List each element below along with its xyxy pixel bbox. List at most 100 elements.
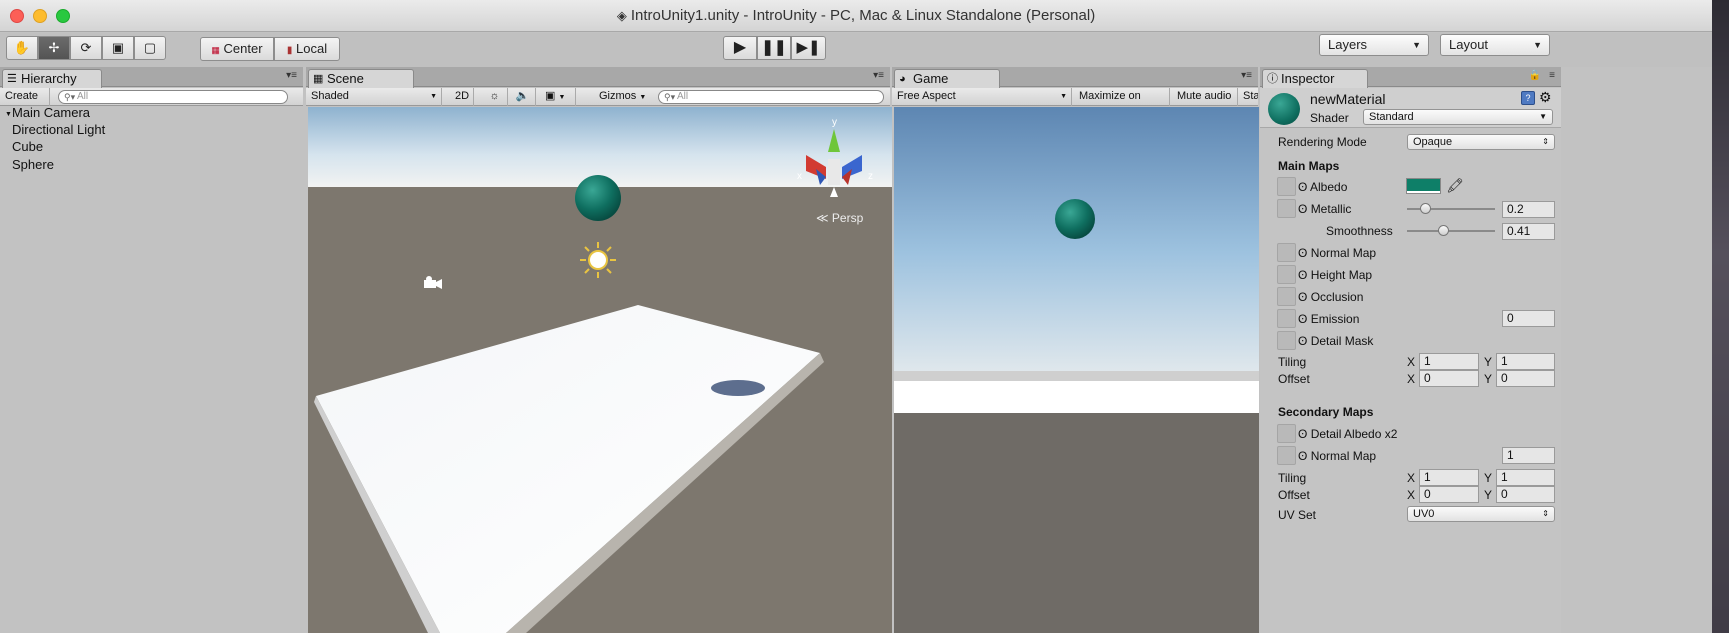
layout-dropdown[interactable]: Layout ▼ (1440, 34, 1550, 56)
albedo-texture-slot[interactable] (1277, 177, 1296, 196)
panel-menu-icon[interactable]: ▾≡ (1241, 70, 1252, 81)
mute-audio-toggle[interactable]: Mute audio (1172, 88, 1238, 106)
step-icon: ▶❚ (796, 39, 821, 56)
metallic-texture-slot[interactable] (1277, 199, 1296, 218)
shader-dropdown[interactable]: Standard ▼ (1363, 109, 1553, 125)
smoothness-value-field[interactable]: 0.41 (1502, 223, 1555, 240)
height-map-texture-slot[interactable] (1277, 265, 1296, 284)
pause-button[interactable]: ❚❚ (757, 36, 791, 60)
gizmos-label: Gizmos (599, 90, 637, 102)
shading-mode-dropdown[interactable]: Shaded ▼ (306, 88, 442, 106)
scale-tool-button[interactable]: ▣ (102, 36, 134, 60)
panel-menu-icon[interactable]: ≡ (1549, 70, 1555, 81)
emission-texture-slot[interactable] (1277, 309, 1296, 328)
albedo-color-swatch[interactable] (1406, 178, 1441, 194)
emission-value-field[interactable]: 0 (1502, 310, 1555, 327)
main-tiling-x-field[interactable]: 1 (1419, 353, 1479, 370)
secondary-normal-map-texture-slot[interactable] (1277, 446, 1296, 465)
secondary-tiling-y-field[interactable]: 1 (1496, 469, 1555, 486)
eyedropper-icon[interactable]: 🖍 (1446, 177, 1464, 194)
secondary-offset-y-field[interactable]: 0 (1496, 486, 1555, 503)
mute-label: Mute audio (1177, 90, 1232, 102)
game-tab-row: ◕ Game ▾≡ (892, 67, 1258, 88)
occlusion-label: ʘ Occlusion (1298, 290, 1364, 304)
aspect-dropdown[interactable]: Free Aspect ▼ (892, 88, 1072, 106)
secondary-tiling-x-field[interactable]: 1 (1419, 469, 1479, 486)
detail-mask-texture-slot[interactable] (1277, 331, 1296, 350)
game-sky (894, 107, 1259, 371)
move-tool-button[interactable]: ✢ (38, 36, 70, 60)
tab-inspector-label: Inspector (1281, 71, 1335, 86)
alpha-bar (1407, 191, 1440, 193)
maximize-on-play-toggle[interactable]: Maximize on Play (1074, 88, 1170, 119)
axis-z-label: z (868, 171, 873, 182)
rotate-tool-button[interactable]: ⟳ (70, 36, 102, 60)
play-button[interactable]: ▶ (723, 36, 757, 60)
pivot-center-button[interactable]: ▦ Center (200, 37, 274, 61)
space-local-button[interactable]: ▮ Local (274, 37, 340, 61)
close-window-button[interactable] (10, 9, 24, 23)
normal-map-texture-slot[interactable] (1277, 243, 1296, 262)
mode-2d-toggle[interactable]: 2D (450, 88, 474, 106)
layers-dropdown[interactable]: Layers ▼ (1319, 34, 1429, 56)
hierarchy-item[interactable]: Cube (12, 139, 43, 154)
metallic-slider-knob[interactable] (1420, 203, 1431, 214)
secondary-normal-scale-field[interactable]: 1 (1502, 447, 1555, 464)
chevron-down-icon: ▼ (558, 94, 566, 101)
scale-icon: ▣ (111, 40, 125, 55)
scene-search-input[interactable]: ⚲▾ All (658, 90, 884, 104)
image-icon: ▣ (545, 90, 556, 102)
minimize-window-button[interactable] (33, 9, 47, 23)
tab-hierarchy[interactable]: ☰ Hierarchy (2, 69, 102, 88)
circle-icon: ʘ (1298, 246, 1308, 260)
main-offset-y-field[interactable]: 0 (1496, 370, 1555, 387)
metallic-value-field[interactable]: 0.2 (1502, 201, 1555, 218)
chevron-updown-icon: ⇕ (1542, 509, 1549, 518)
scene-effects-dropdown[interactable]: ▣ ▼ (540, 88, 576, 106)
search-icon: ⚲▾ (664, 92, 676, 102)
circle-icon: ʘ (1298, 334, 1308, 348)
main-offset-x-field[interactable]: 0 (1419, 370, 1479, 387)
smoothness-slider-track[interactable] (1407, 230, 1495, 232)
scene-lighting-toggle[interactable]: ☼ (482, 88, 508, 106)
game-viewport[interactable] (894, 107, 1259, 633)
secondary-offset-x-field[interactable]: 0 (1419, 486, 1479, 503)
sphere-object[interactable] (575, 175, 621, 221)
scene-viewport[interactable]: y x z ≪ Persp (308, 107, 894, 633)
axis-y-label: y (832, 117, 837, 128)
main-tiling-label: Tiling (1278, 355, 1307, 369)
main-tiling-y-field[interactable]: 1 (1496, 353, 1555, 370)
search-icon: ⚲▾ (64, 92, 76, 102)
rendering-mode-dropdown[interactable]: Opaque ⇕ (1407, 134, 1555, 150)
chevron-down-icon: ▼ (1533, 40, 1542, 50)
panel-menu-icon[interactable]: ▾≡ (873, 70, 884, 81)
occlusion-texture-slot[interactable] (1277, 287, 1296, 306)
secondary-maps-heading: Secondary Maps (1278, 405, 1374, 419)
gear-icon[interactable]: ⚙ (1539, 89, 1552, 106)
gizmos-dropdown[interactable]: Gizmos ▼ (594, 88, 652, 106)
tab-game[interactable]: ◕ Game (894, 69, 1000, 88)
zoom-window-button[interactable] (56, 9, 70, 23)
hierarchy-search-input[interactable]: ⚲▾ All (58, 90, 288, 104)
persp-label[interactable]: ≪ Persp (816, 211, 864, 225)
lock-icon[interactable]: 🔒 (1529, 70, 1541, 81)
directional-light-gizmo[interactable] (580, 242, 616, 278)
detail-albedo-texture-slot[interactable] (1277, 424, 1296, 443)
panel-menu-icon[interactable]: ▾≡ (286, 70, 297, 81)
tab-inspector[interactable]: ⓘ Inspector (1262, 69, 1368, 88)
hierarchy-item[interactable]: Sphere (12, 157, 54, 172)
smoothness-slider-knob[interactable] (1438, 225, 1449, 236)
uv-set-dropdown[interactable]: UV0 ⇕ (1407, 506, 1555, 522)
hand-tool-button[interactable]: ✋ (6, 36, 38, 60)
tab-scene[interactable]: ▦ Scene (308, 69, 414, 88)
scene-audio-toggle[interactable]: 🔈 (510, 88, 536, 106)
shading-label: Shaded (311, 90, 349, 102)
step-button[interactable]: ▶❚ (791, 36, 826, 60)
rect-tool-button[interactable]: ▢ (134, 36, 166, 60)
create-dropdown[interactable]: Create ▼ (0, 88, 50, 118)
hierarchy-item[interactable]: Directional Light (12, 122, 105, 137)
stats-toggle[interactable]: Sta (1238, 88, 1258, 106)
main-tiling-y-label: Y (1484, 355, 1493, 369)
hierarchy-item[interactable]: Main Camera (12, 105, 90, 120)
help-icon[interactable]: ? (1521, 91, 1535, 105)
